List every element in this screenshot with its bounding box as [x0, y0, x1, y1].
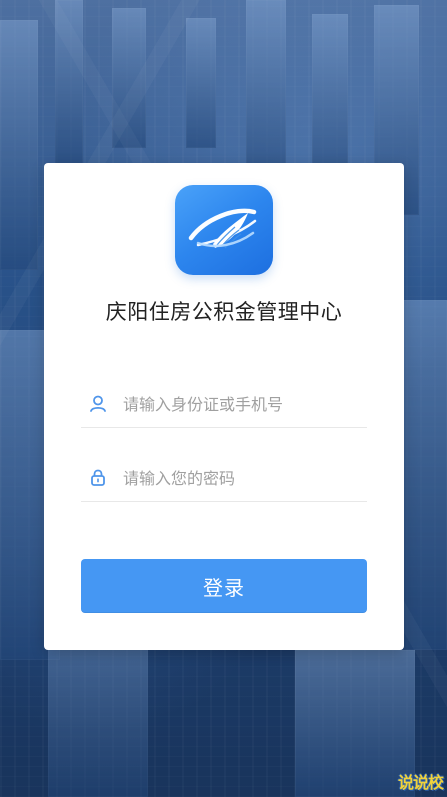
app-logo [175, 185, 273, 275]
page-title: 庆阳住房公积金管理中心 [105, 300, 343, 324]
username-field [81, 381, 367, 428]
watermark-text: 说说校 [397, 773, 444, 792]
feather-orbit-icon [188, 208, 257, 249]
password-input[interactable] [123, 463, 359, 493]
user-icon [90, 395, 106, 412]
login-button[interactable]: 登录 [81, 559, 367, 613]
password-field [81, 455, 367, 502]
username-input[interactable] [123, 389, 359, 419]
lock-icon [91, 469, 105, 486]
login-card: 庆阳住房公积金管理中心 登录 [44, 163, 404, 650]
